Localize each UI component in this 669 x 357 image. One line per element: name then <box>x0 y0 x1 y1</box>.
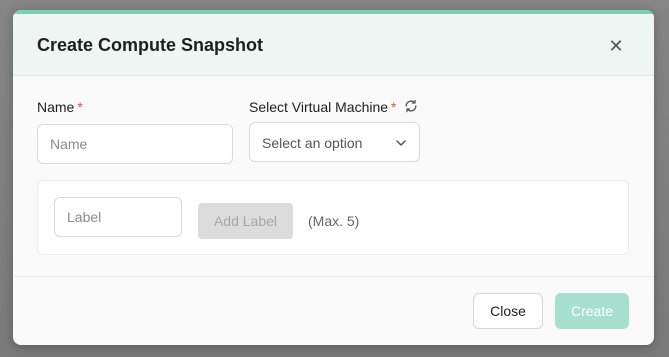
name-label: Name * <box>37 99 83 115</box>
footer-divider <box>13 276 654 277</box>
vm-select-value: Select an option <box>262 135 363 151</box>
create-button[interactable]: Create <box>555 293 629 329</box>
add-label-button[interactable]: Add Label <box>198 203 293 239</box>
dialog-header: Create Compute Snapshot ✕ <box>13 14 654 76</box>
close-button[interactable]: Close <box>473 293 543 329</box>
close-icon[interactable]: ✕ <box>606 36 626 56</box>
vm-select[interactable]: Select an option <box>249 122 420 162</box>
chevron-down-icon <box>396 140 406 146</box>
name-label-text: Name <box>37 99 75 115</box>
refresh-icon[interactable] <box>404 99 418 113</box>
max-labels-note: (Max. 5) <box>308 213 360 229</box>
vm-select-label-text: Select Virtual Machine <box>249 99 389 115</box>
create-snapshot-dialog: Create Compute Snapshot ✕ Name* Select V… <box>13 10 654 345</box>
required-mark: * <box>391 99 397 115</box>
required-mark: * <box>77 99 83 115</box>
dialog-title: Create Compute Snapshot <box>37 35 264 55</box>
vm-select-label: Select Virtual Machine * <box>249 99 397 115</box>
name-input[interactable] <box>37 124 233 164</box>
label-input[interactable] <box>54 197 182 237</box>
